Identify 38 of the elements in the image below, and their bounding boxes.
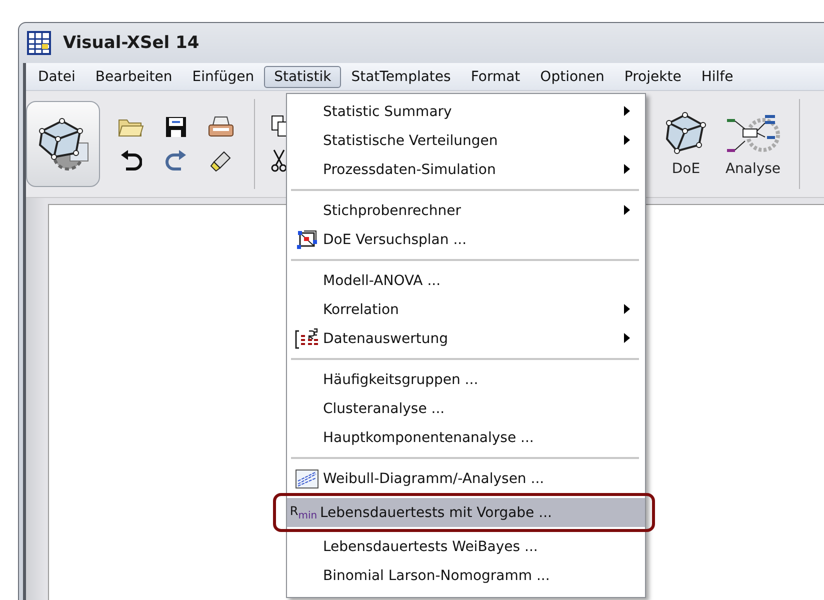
doe-button[interactable]: DoE — [661, 111, 711, 177]
save-icon[interactable] — [165, 116, 187, 138]
menu-entry[interactable]: Prozessdaten-Simulation — [290, 155, 642, 184]
table-icon — [294, 328, 318, 350]
menu-entry[interactable]: R$_{min}$ Lebensdauertests mit Vorgabe ... — [287, 498, 645, 527]
menu-entry[interactable]: Statistic Summary — [290, 97, 642, 126]
model-button[interactable] — [26, 101, 100, 187]
menu-item[interactable]: Projekte — [614, 66, 692, 88]
window-title: Visual-XSel 14 — [63, 33, 200, 53]
chart-icon — [294, 468, 318, 488]
scissors-icon[interactable] — [271, 149, 287, 173]
redo-icon[interactable] — [165, 150, 187, 172]
menu-entry[interactable]: Modell-ANOVA ... — [290, 266, 642, 295]
menu-entry[interactable]: Lebensdauertests WeiBayes ... — [290, 532, 642, 561]
menu-entry[interactable]: Binomial Larson-Nomogramm ... — [290, 561, 642, 590]
menu-entry[interactable]: Häufigkeitsgruppen ... — [290, 365, 642, 394]
grid-icon — [27, 31, 51, 55]
menu-item[interactable]: Datei — [28, 66, 86, 88]
menu-item[interactable]: StatTemplates — [341, 66, 461, 88]
analyse-button[interactable]: Analyse — [723, 111, 783, 177]
menu-entry[interactable]: Hauptkomponentenanalyse ... — [290, 423, 642, 452]
menu-item[interactable]: Hilfe — [691, 66, 744, 88]
menu-item[interactable]: Statistik — [264, 66, 342, 88]
icon-label: R$_{min}$ — [290, 504, 318, 522]
menu-entry[interactable]: Clusteranalyse ... — [290, 394, 642, 423]
printer-icon[interactable] — [208, 116, 234, 138]
menu-entry[interactable]: Stichprobenrechner — [290, 196, 642, 225]
cube-icon — [296, 230, 318, 250]
menu-entry[interactable]: Datenauswertung — [290, 324, 642, 353]
menu-item[interactable]: Einfügen — [182, 66, 264, 88]
menu-entry[interactable]: Korrelation — [290, 295, 642, 324]
menu-entry[interactable]: DoE Versuchsplan ... — [290, 225, 642, 254]
menu-item[interactable]: Optionen — [530, 66, 614, 88]
menu-entry[interactable]: Statistische Verteilungen — [290, 126, 642, 155]
menu-item[interactable]: Format — [460, 66, 530, 88]
undo-icon[interactable] — [120, 150, 142, 172]
menu-entry[interactable]: Weibull-Diagramm/-Analysen ... — [290, 464, 642, 493]
menu-item[interactable]: Bearbeiten — [85, 66, 182, 88]
